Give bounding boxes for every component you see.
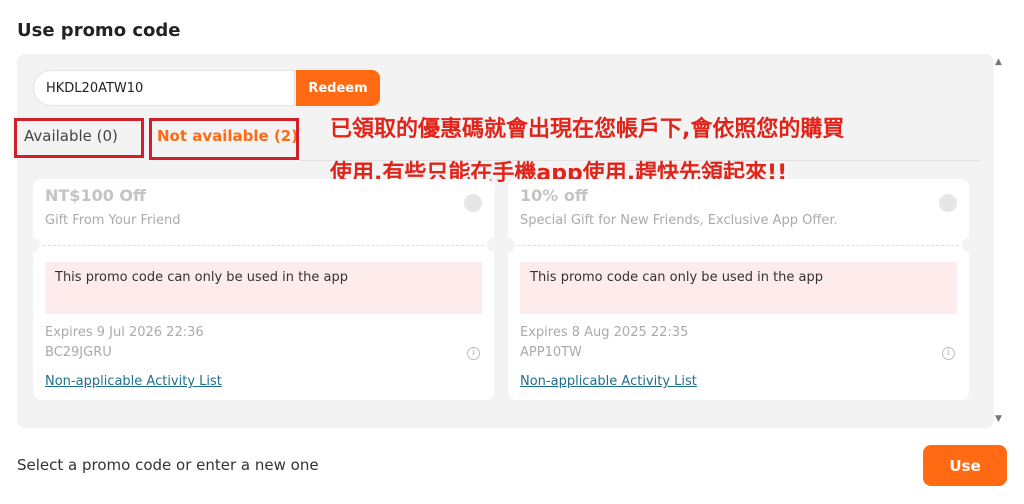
- scroll-up-icon[interactable]: ▲: [995, 58, 1002, 67]
- coupon-card[interactable]: 10% off Special Gift for New Friends, Ex…: [501, 179, 976, 400]
- highlight-box-not-available: [149, 118, 299, 160]
- highlight-box-available: [14, 118, 144, 158]
- coupon-notch: [26, 238, 40, 252]
- coupon-radio[interactable]: [939, 194, 957, 212]
- non-applicable-activity-link[interactable]: Non-applicable Activity List: [45, 374, 222, 389]
- coupon-subtitle: Gift From Your Friend: [45, 213, 181, 228]
- coupon-subtitle: Special Gift for New Friends, Exclusive …: [520, 213, 838, 228]
- coupon-amount: NT$100 Off: [45, 186, 146, 205]
- footer-hint: Select a promo code or enter a new one: [17, 456, 319, 474]
- page-title: Use promo code: [17, 20, 181, 41]
- coupon-code: APP10TW: [520, 345, 582, 360]
- coupon-warning: This promo code can only be used in the …: [45, 262, 482, 314]
- promo-code-input[interactable]: [33, 70, 295, 106]
- redeem-button[interactable]: Redeem: [296, 70, 380, 106]
- non-applicable-activity-link[interactable]: Non-applicable Activity List: [520, 374, 697, 389]
- info-icon[interactable]: i: [942, 347, 955, 360]
- coupon-notch: [487, 238, 501, 252]
- coupon-notch: [962, 238, 976, 252]
- coupon-divider: [43, 245, 484, 246]
- coupon-notch: [501, 238, 515, 252]
- scroll-down-icon[interactable]: ▼: [995, 415, 1002, 424]
- info-icon[interactable]: i: [467, 347, 480, 360]
- coupon-code: BC29JGRU: [45, 345, 112, 360]
- coupon-divider: [518, 245, 959, 246]
- coupon-expiry: Expires 8 Aug 2025 22:35: [520, 325, 689, 340]
- coupon-expiry: Expires 9 Jul 2026 22:36: [45, 325, 204, 340]
- coupon-radio[interactable]: [464, 194, 482, 212]
- scrollbar[interactable]: ▲ ▼: [992, 54, 1006, 428]
- annotation-line-1: 已領取的優惠碼就會出現在您帳戶下,會依照您的購買: [330, 117, 845, 142]
- coupon-amount: 10% off: [520, 186, 588, 205]
- use-button[interactable]: Use: [923, 445, 1007, 486]
- coupon-warning: This promo code can only be used in the …: [520, 262, 957, 314]
- coupon-card[interactable]: NT$100 Off Gift From Your Friend This pr…: [26, 179, 501, 400]
